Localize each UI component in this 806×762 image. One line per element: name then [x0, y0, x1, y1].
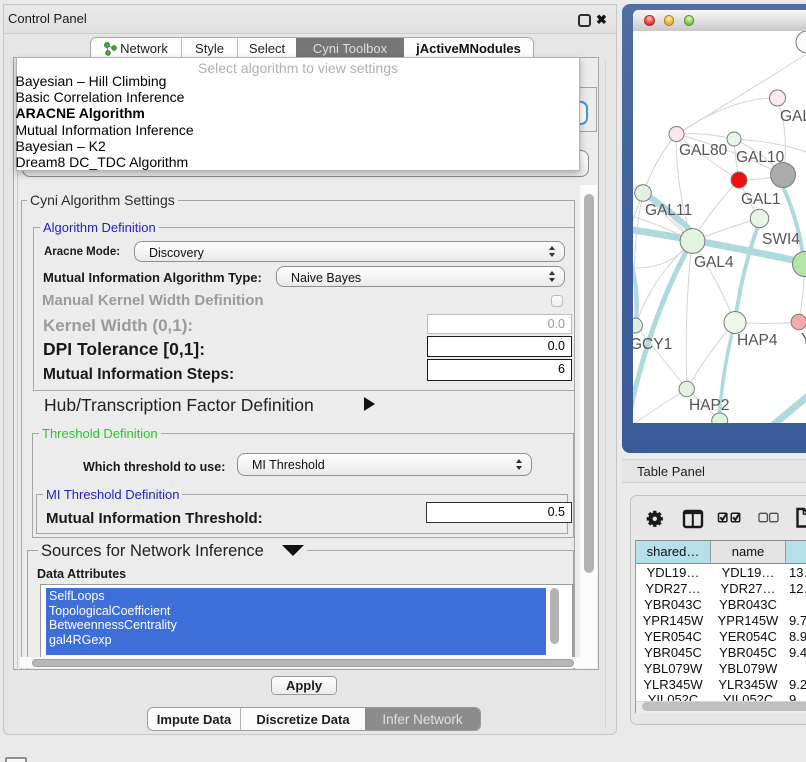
svg-text:Y: Y [801, 331, 806, 348]
svg-text:GAL10: GAL10 [736, 149, 785, 166]
svg-text:HAP2: HAP2 [689, 397, 730, 414]
svg-text:SWI4: SWI4 [762, 231, 800, 248]
svg-text:GAL4: GAL4 [694, 254, 734, 271]
svg-text:GCY1: GCY1 [633, 336, 672, 353]
svg-text:HAP4: HAP4 [737, 332, 778, 349]
svg-text:GAL1: GAL1 [741, 191, 781, 208]
svg-text:GAL11: GAL11 [645, 202, 692, 219]
svg-text:GAL7: GAL7 [780, 108, 806, 125]
svg-text:GAL80: GAL80 [679, 142, 728, 159]
